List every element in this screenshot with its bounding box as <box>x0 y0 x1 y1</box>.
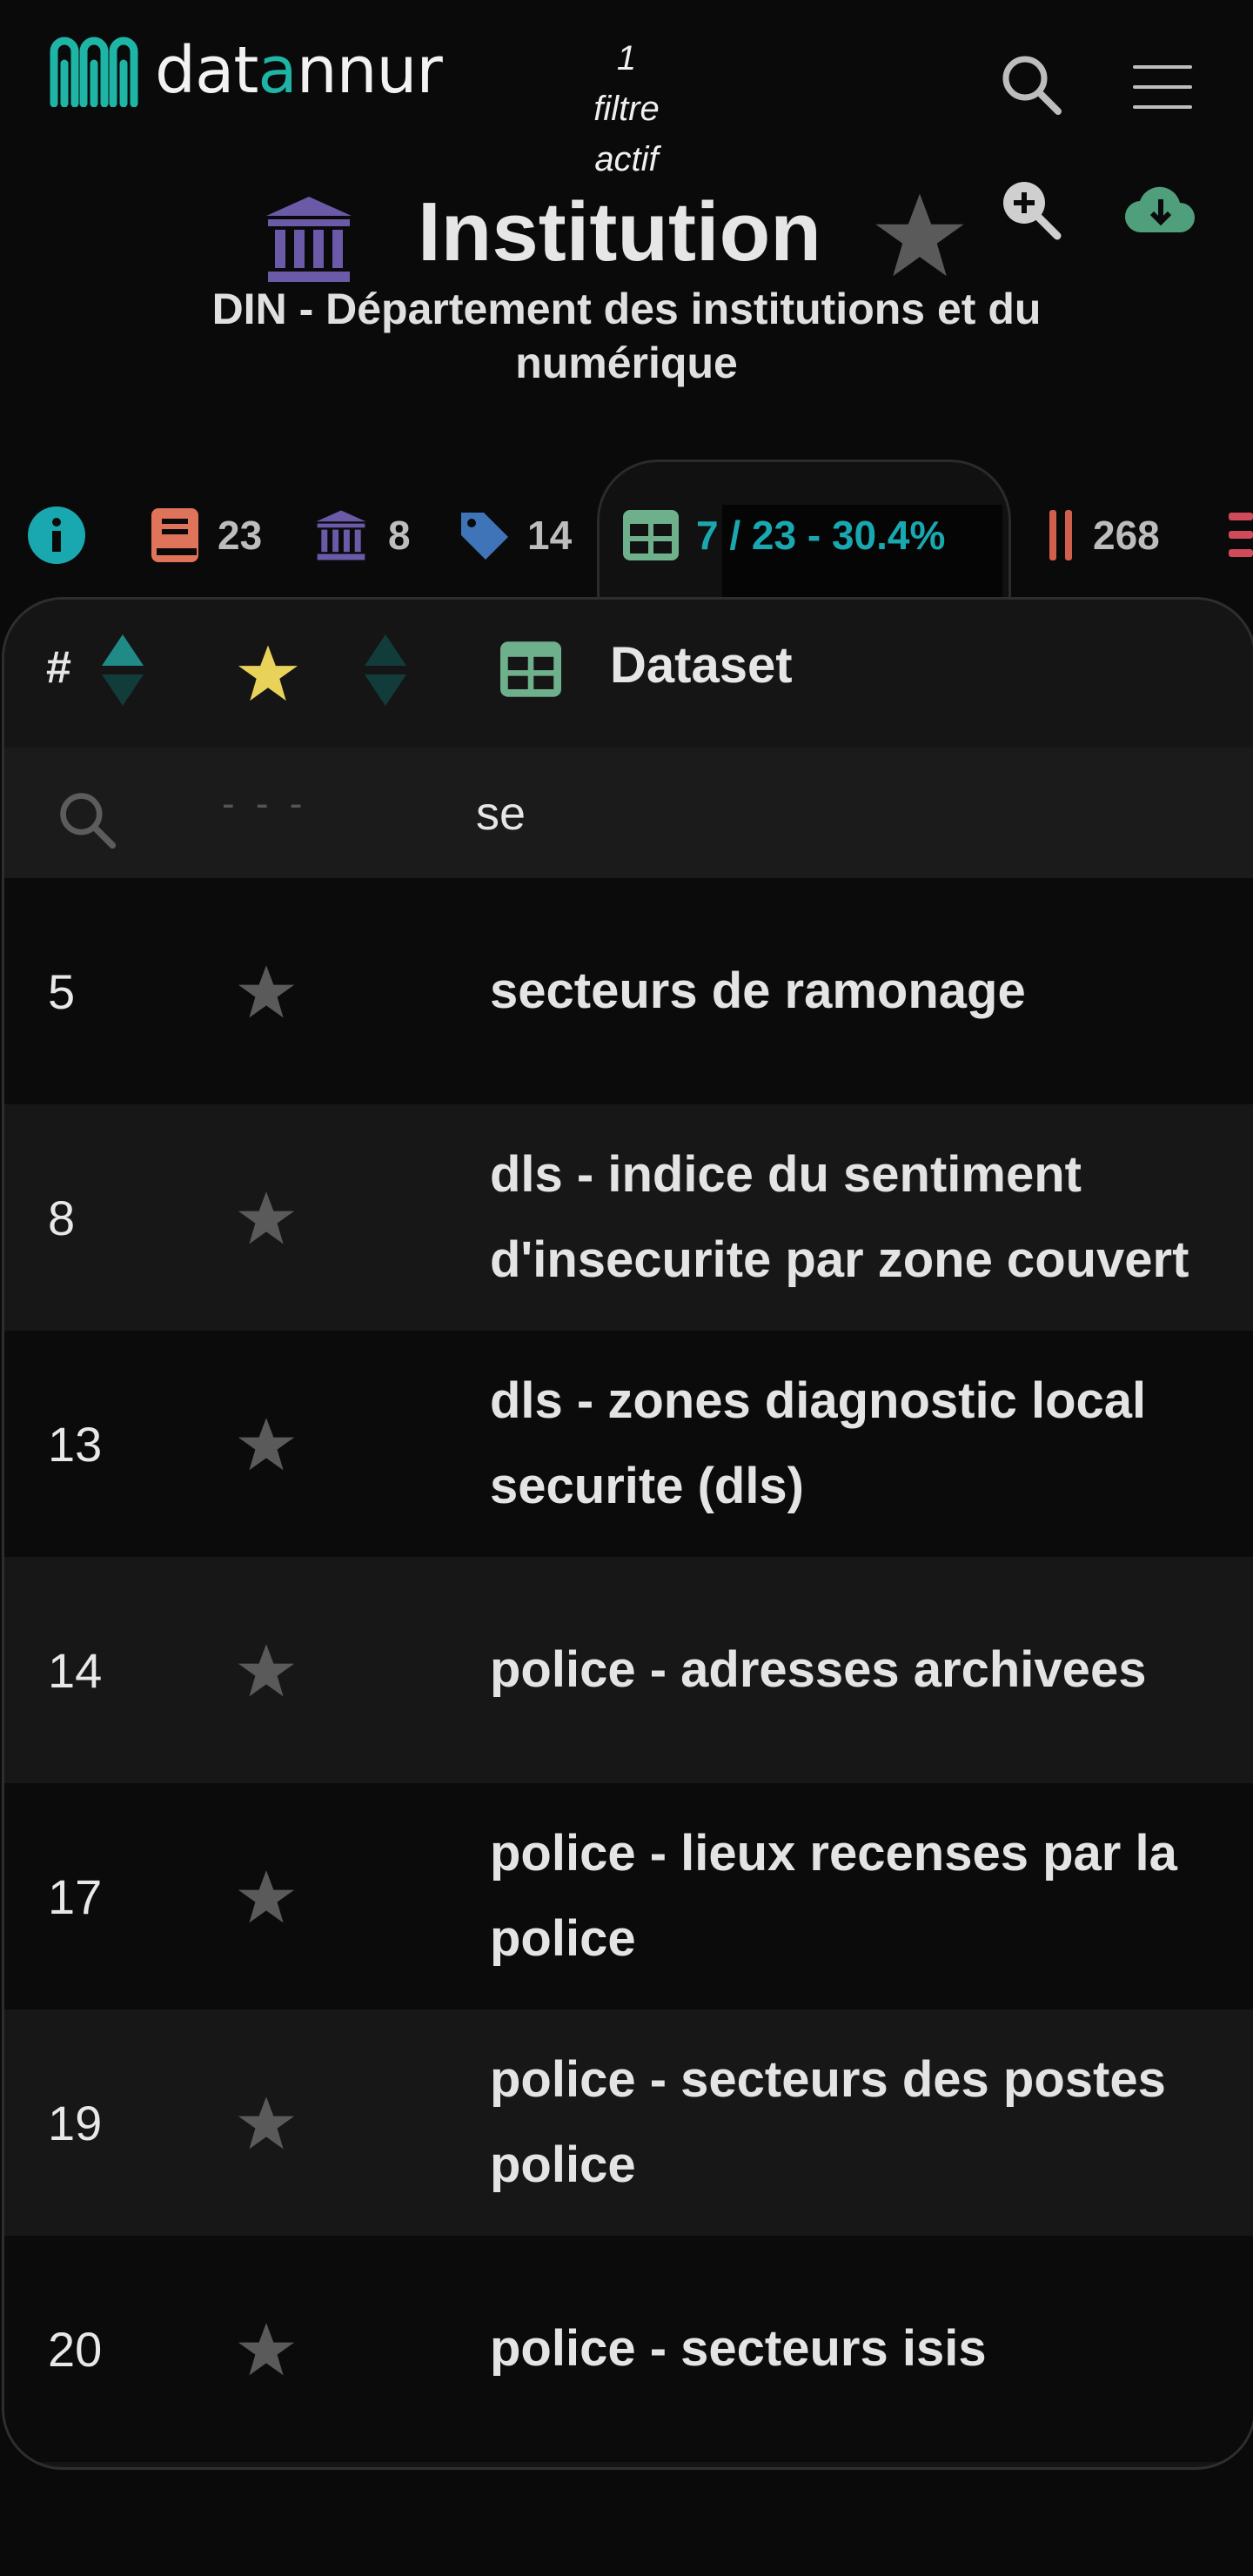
dataset-name-line: police - adresses archivees <box>490 1641 1147 1698</box>
columns-icon <box>1049 510 1072 560</box>
favorite-star-icon[interactable] <box>872 188 968 284</box>
dataset-name-line: police - secteurs des postes <box>490 2051 1166 2108</box>
table-row[interactable]: 8 dls - indice du sentiment d'insecurite p… <box>4 1104 1253 1331</box>
table-filter-row: - - - <box>4 748 1253 878</box>
search-icon <box>1002 56 1062 115</box>
dataset-name-line: police - lieux recenses par la <box>490 1825 1177 1882</box>
favorite-star-icon[interactable] <box>236 2093 297 2154</box>
dataset-name-link[interactable]: police - lieux recenses par la police <box>490 1783 1253 2009</box>
row-number: 8 <box>48 1190 76 1245</box>
institution-icon <box>266 197 352 282</box>
dataset-name-line: police <box>490 1910 636 1967</box>
dataset-name-link[interactable]: police - secteurs isis <box>490 2236 1253 2462</box>
page-title: Institution <box>418 185 821 278</box>
tab-publications[interactable]: 23 <box>150 496 262 574</box>
favorite-star-icon[interactable] <box>236 962 297 1023</box>
tag-icon <box>461 513 508 560</box>
menu-button[interactable] <box>1128 52 1197 122</box>
table-icon <box>623 510 679 560</box>
favorite-star-icon[interactable] <box>236 1188 297 1249</box>
tab-institutions[interactable]: 8 <box>312 496 411 574</box>
table-row[interactable]: 14 police - adresses archivees <box>4 1557 1253 1783</box>
dataset-name-link[interactable]: police - adresses archivees <box>490 1557 1253 1783</box>
row-number: 20 <box>48 2321 103 2377</box>
favorite-star-icon[interactable] <box>236 2319 297 2380</box>
download-button[interactable] <box>1117 171 1204 249</box>
book-icon <box>151 508 198 562</box>
dataset-name-line: securite (dls) <box>490 1458 804 1514</box>
row-number: 17 <box>48 1868 103 1924</box>
info-icon[interactable] <box>26 505 87 566</box>
tab-count: 23 <box>218 513 263 558</box>
logo-text: datannur <box>155 33 443 108</box>
column-header-dataset[interactable]: Dataset <box>610 636 793 694</box>
favorite-star-icon[interactable] <box>236 1414 297 1475</box>
dataset-name-line: d'insecurite par zone couvert <box>490 1231 1189 1288</box>
logo[interactable]: datannur <box>49 31 443 110</box>
table-row[interactable]: 5 secteurs de ramonage <box>4 878 1253 1104</box>
hamburger-menu-icon <box>1133 65 1192 109</box>
search-button[interactable] <box>992 45 1070 124</box>
dataset-name-line: secteurs de ramonage <box>490 963 1026 1019</box>
dataset-name-link[interactable]: dls - indice du sentiment d'insecurite pa… <box>490 1104 1253 1331</box>
dataset-name-link[interactable]: secteurs de ramonage <box>490 878 1253 1104</box>
dataset-name-link[interactable]: dls - zones diagnostic local securite (dl… <box>490 1331 1253 1557</box>
zoom-in-icon <box>1003 182 1062 240</box>
filter-state: actif <box>594 140 659 178</box>
datasets-table: # Dataset - - - 5secteurs de ramonage8dl <box>2 597 1253 2470</box>
row-number: 5 <box>48 963 76 1019</box>
tab-list[interactable] <box>1229 496 1253 574</box>
tab-count: 14 <box>527 513 573 558</box>
tab-count: 8 <box>388 513 411 558</box>
table-body: 5 secteurs de ramonage 8 dls - indice du se… <box>4 878 1253 2462</box>
list-icon <box>1229 513 1253 557</box>
column-header-number[interactable]: # <box>46 641 71 694</box>
table-row[interactable]: 20 police - secteurs isis <box>4 2236 1253 2462</box>
dataset-name-line: police <box>490 2137 636 2193</box>
filter-label: filtre <box>593 90 660 128</box>
favorite-star-icon[interactable] <box>236 1867 297 1928</box>
favorite-filter-select[interactable]: - - - <box>222 782 307 826</box>
dataset-name-line: dls - indice du sentiment <box>490 1146 1082 1203</box>
page-subtitle: DIN - Département des institutions et du… <box>211 285 1042 387</box>
row-number: 14 <box>48 1642 103 1698</box>
sort-arrows-icon[interactable] <box>100 631 145 709</box>
table-icon <box>500 641 561 697</box>
active-filter-indicator[interactable]: 1 filtre actif <box>557 33 696 184</box>
row-number: 19 <box>48 2095 103 2150</box>
cloud-download-icon <box>1124 186 1195 233</box>
tab-columns[interactable]: 268 <box>1048 496 1160 574</box>
filter-count: 1 <box>616 39 637 77</box>
dataset-name-line: police - secteurs isis <box>490 2320 987 2377</box>
zoom-in-button[interactable] <box>992 171 1070 249</box>
favorite-star-icon[interactable] <box>236 1640 297 1701</box>
favorite-filter-star-icon[interactable] <box>236 641 300 706</box>
logo-mark-icon <box>50 37 138 107</box>
dataset-name-link[interactable]: police - secteurs des postes police <box>490 2009 1253 2236</box>
table-row[interactable]: 17 police - lieux recenses par la police <box>4 1783 1253 2009</box>
dataset-search-input[interactable] <box>474 774 1226 854</box>
table-row[interactable]: 19 police - secteurs des postes police <box>4 2009 1253 2236</box>
tab-datasets[interactable]: 7 / 23 - 30.4% <box>623 496 945 574</box>
tab-count: 268 <box>1093 513 1160 558</box>
sort-arrows-icon[interactable] <box>363 631 408 709</box>
table-row[interactable]: 13 dls - zones diagnostic local securite (… <box>4 1331 1253 1557</box>
row-number: 13 <box>48 1416 103 1472</box>
tab-count: 7 / 23 - 30.4% <box>696 513 946 558</box>
table-header: # Dataset <box>4 600 1253 748</box>
search-icon <box>60 793 117 849</box>
institution-icon <box>316 510 366 560</box>
dataset-name-line: dls - zones diagnostic local <box>490 1372 1147 1429</box>
tab-tags[interactable]: 14 <box>458 496 572 574</box>
